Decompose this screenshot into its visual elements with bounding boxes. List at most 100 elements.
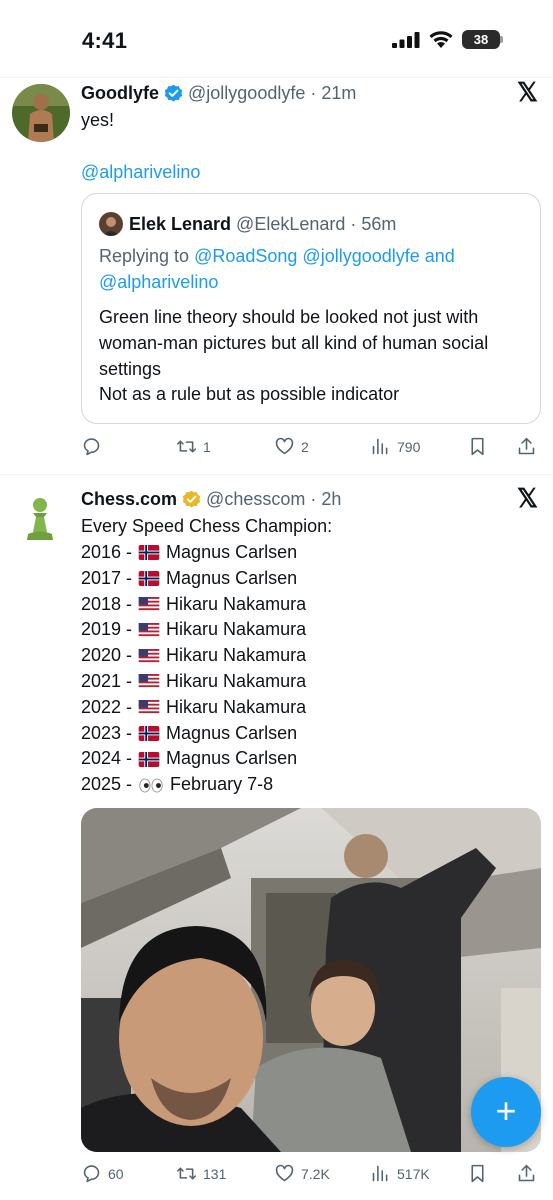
champion-year: 2020 - — [81, 645, 133, 666]
champion-row: 2017 - Magnus Carlsen — [81, 566, 306, 592]
quote-avatar — [99, 212, 123, 236]
champion-name: Hikaru Nakamura — [166, 670, 307, 691]
reply-and: and — [419, 246, 455, 266]
views-count: 790 — [397, 438, 421, 455]
quote-author-handle: @ElekLenard — [236, 213, 346, 234]
champion-name: February 7-8 — [170, 774, 274, 795]
champion-year: 2017 - — [81, 567, 133, 588]
views-button[interactable]: 790 — [370, 436, 420, 457]
author-handle[interactable]: @jollygoodlyfe — [188, 83, 305, 104]
battery-indicator: 38 — [462, 30, 500, 49]
repost-count: 131 — [203, 1165, 227, 1182]
avatar[interactable] — [20, 496, 60, 544]
reply-context: Replying to @RoadSong @jollygoodlyfe and… — [99, 244, 529, 296]
tweet-header: Goodlyfe @jollygoodlyfe · 21m — [81, 82, 356, 104]
reply-prefix: Replying to — [99, 246, 195, 266]
compose-button[interactable]: + — [471, 1077, 541, 1147]
champion-year: 2016 - — [81, 542, 133, 562]
repost-button[interactable]: 1 — [176, 436, 211, 457]
usa-flag-icon — [138, 700, 160, 716]
bookmark-button[interactable] — [467, 1163, 488, 1184]
like-button[interactable]: 2 — [274, 436, 309, 457]
share-icon — [518, 1164, 535, 1182]
champion-year: 2025 - — [81, 774, 133, 795]
repost-button[interactable]: 131 — [176, 1163, 226, 1184]
champion-year: 2021 - — [81, 670, 133, 691]
mention-link[interactable]: @alpharivelino — [81, 160, 200, 186]
champion-name: Hikaru Nakamura — [166, 696, 307, 717]
reply-count: 60 — [108, 1165, 124, 1182]
share-button[interactable] — [516, 1163, 537, 1184]
champion-row: 2021 - Hikaru Nakamura — [81, 669, 306, 695]
usa-flag-icon — [138, 596, 160, 612]
champion-row: 2020 - Hikaru Nakamura — [81, 643, 306, 669]
champion-year: 2022 - — [81, 696, 133, 717]
champion-name: Magnus Carlsen — [166, 722, 298, 743]
champion-list: 2016 - Magnus Carlsen 2017 - Magnus Carlsen… — [81, 540, 306, 798]
champion-row: 2016 - Magnus Carlsen — [81, 540, 306, 566]
tweet-header: Chess.com @chesscom · 2h — [81, 488, 341, 510]
repost-icon — [176, 440, 197, 453]
divider — [0, 77, 553, 78]
champion-year: 2024 - — [81, 748, 133, 769]
chess-pawn-icon — [27, 498, 53, 540]
champion-row: 2018 - Hikaru Nakamura — [81, 592, 306, 618]
champion-row: 2024 - Magnus Carlsen — [81, 746, 306, 772]
like-count: 2 — [301, 438, 309, 455]
reply-mention[interactable]: @jollygoodlyfe — [302, 246, 419, 266]
usa-flag-icon — [138, 648, 160, 664]
champion-name: Magnus Carlsen — [166, 542, 298, 562]
tweet-heading: Every Speed Chess Champion: — [81, 516, 333, 536]
plus-icon: + — [495, 1090, 517, 1131]
champion-row: 2025 - February 7-8 — [81, 772, 306, 798]
status-time: 4:41 — [82, 28, 128, 53]
views-count: 517K — [397, 1165, 430, 1182]
author-handle[interactable]: @chesscom — [206, 489, 305, 510]
tweet-text: yes! — [81, 110, 115, 130]
champion-name: Magnus Carlsen — [166, 748, 298, 769]
reply-icon — [83, 438, 100, 456]
bookmark-button[interactable] — [467, 436, 488, 457]
champion-year: 2018 - — [81, 593, 133, 614]
author-name[interactable]: Goodlyfe — [81, 83, 159, 104]
views-button[interactable]: 517K — [370, 1163, 430, 1184]
norway-flag-icon — [138, 571, 160, 587]
norway-flag-icon — [138, 725, 160, 741]
reply-mention[interactable]: @alpharivelino — [99, 272, 218, 292]
x-logo-icon[interactable]: 𝕏 — [517, 483, 538, 514]
eyes-emoji-icon — [139, 778, 163, 792]
quote-text: Green line theory should be looked not j… — [99, 307, 489, 405]
repost-icon — [176, 1167, 197, 1180]
share-button[interactable] — [516, 436, 537, 457]
quote-header: Elek Lenard @ElekLenard · 56m — [129, 213, 396, 235]
like-count: 7.2K — [301, 1165, 330, 1182]
champion-name: Hikaru Nakamura — [166, 645, 307, 666]
reply-icon — [83, 1165, 100, 1183]
champion-year: 2023 - — [81, 722, 133, 743]
like-button[interactable]: 7.2K — [274, 1163, 330, 1184]
wifi-icon — [429, 31, 453, 48]
heart-icon — [275, 1164, 294, 1182]
champion-row: 2022 - Hikaru Nakamura — [81, 695, 306, 721]
norway-flag-icon — [138, 545, 160, 561]
tweet-time: · 21m — [310, 82, 357, 103]
battery-nub — [500, 36, 503, 43]
reply-button[interactable] — [81, 436, 108, 457]
avatar[interactable] — [12, 84, 70, 142]
repost-count: 1 — [203, 438, 211, 455]
views-icon — [372, 1165, 388, 1182]
bookmark-icon — [471, 437, 484, 456]
author-name[interactable]: Chess.com — [81, 489, 177, 510]
divider — [0, 474, 553, 475]
norway-flag-icon — [138, 751, 160, 767]
share-icon — [518, 437, 535, 455]
champion-name: Hikaru Nakamura — [166, 619, 307, 640]
reply-mention[interactable]: @RoadSong — [194, 246, 297, 266]
usa-flag-icon — [138, 674, 160, 690]
champion-name: Hikaru Nakamura — [166, 593, 307, 614]
reply-button[interactable]: 60 — [81, 1163, 124, 1184]
champion-row: 2019 - Hikaru Nakamura — [81, 617, 306, 643]
bookmark-icon — [471, 1164, 484, 1183]
x-logo-icon[interactable]: 𝕏 — [517, 77, 538, 108]
cellular-signal-icon — [392, 32, 420, 48]
